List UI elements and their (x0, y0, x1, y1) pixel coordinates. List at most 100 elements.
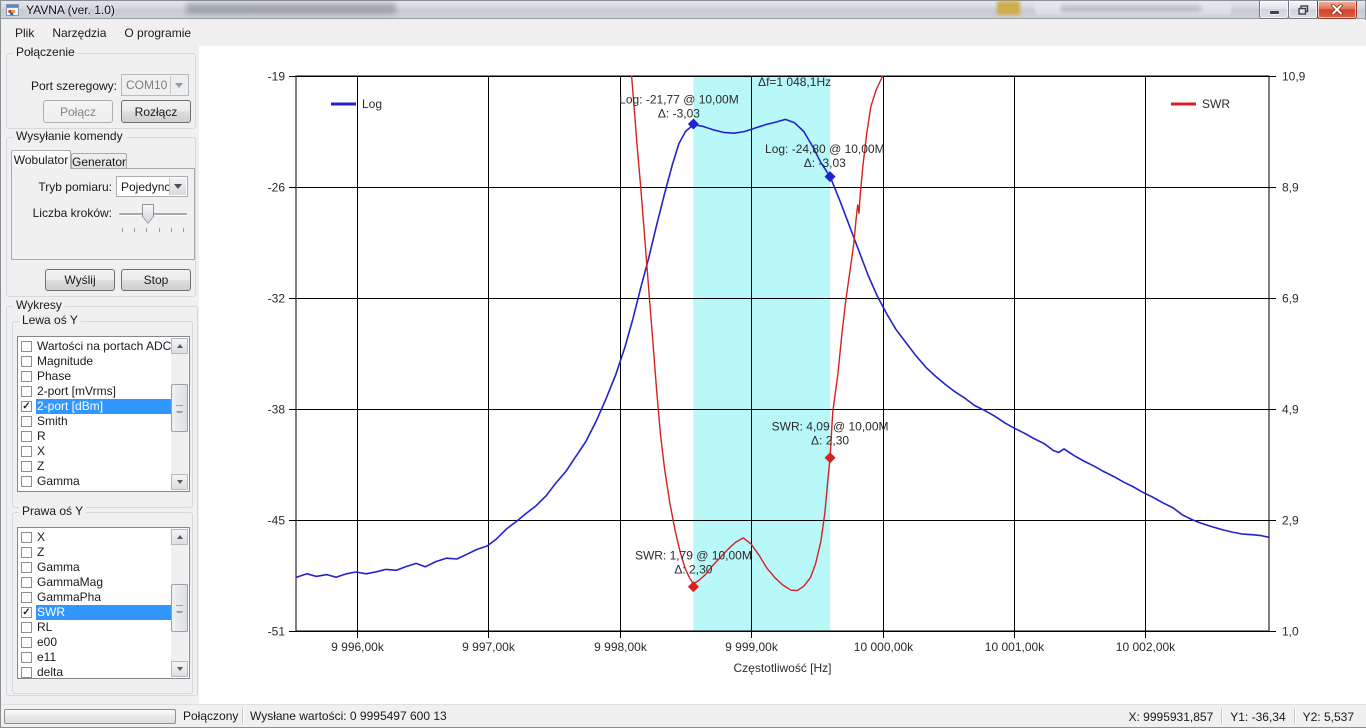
checkbox[interactable] (21, 386, 32, 397)
checkbox[interactable] (21, 667, 32, 678)
checkbox[interactable] (21, 577, 32, 588)
checkbox[interactable] (21, 341, 32, 352)
right-axis-group-title: Prawa oś Y (19, 504, 86, 518)
trackbar-ticks (122, 228, 184, 232)
checkbox[interactable]: ✓ (21, 607, 32, 618)
list-item[interactable]: Phase (18, 369, 189, 384)
svg-text:Δ: 2,30: Δ: 2,30 (674, 563, 712, 577)
list-item[interactable]: Smith (18, 414, 189, 429)
checkbox[interactable] (21, 416, 32, 427)
stop-button[interactable]: Stop (121, 269, 191, 291)
titlebar[interactable]: YAVNA (ver. 1.0) (1, 1, 1365, 19)
chart-canvas[interactable]: -1910,9-268,9-326,9-384,9-452,9-511,09 9… (199, 46, 1366, 706)
checkbox[interactable]: ✓ (21, 401, 32, 412)
checkbox[interactable] (21, 461, 32, 472)
list-item[interactable]: Magnitude (18, 354, 189, 369)
menu-item-narzędzia[interactable]: Narzędzia (43, 23, 115, 43)
svg-text:-19: -19 (268, 70, 286, 84)
minimize-button[interactable] (1259, 1, 1289, 19)
scroll-up-button[interactable] (171, 529, 188, 545)
progress-bar (4, 709, 176, 724)
checkbox[interactable] (21, 371, 32, 382)
stop-button-label: Stop (144, 273, 169, 287)
tab-wobulator[interactable]: Wobulator (11, 150, 71, 169)
list-item[interactable]: 2-port [mVrms] (18, 384, 189, 399)
list-item[interactable]: GammaMag (18, 575, 189, 590)
menu-item-o-programie[interactable]: O programie (115, 23, 200, 43)
list-item[interactable]: ✓SWR (18, 605, 189, 620)
left-axis-group-title: Lewa oś Y (19, 313, 81, 327)
connect-button-label: Połącz (60, 105, 96, 119)
maximize-button[interactable] (1288, 1, 1318, 19)
checkbox[interactable] (21, 637, 32, 648)
list-item[interactable]: X (18, 530, 189, 545)
menu-item-plik[interactable]: Plik (6, 23, 43, 43)
close-button[interactable] (1317, 1, 1357, 19)
svg-text:SWR: 1,79 @ 10,00M: SWR: 1,79 @ 10,00M (635, 549, 752, 563)
send-button[interactable]: Wyślij (45, 269, 115, 291)
app-icon (6, 3, 20, 17)
list-item[interactable]: R (18, 429, 189, 444)
steps-trackbar[interactable] (116, 200, 190, 240)
list-item[interactable]: Z (18, 545, 189, 560)
list-item-label: GammaMag (36, 575, 171, 590)
svg-text:Δ: -3,03: Δ: -3,03 (804, 156, 846, 170)
right-axis-checklist[interactable]: XZGammaGammaMagGammaPha✓SWRRLe00e11delta (17, 527, 190, 679)
list-item[interactable]: Gamma (18, 560, 189, 575)
list-item-label: 2-port [dBm] (36, 399, 171, 414)
tab-generator[interactable]: Generator (71, 153, 127, 169)
checkbox[interactable] (21, 652, 32, 663)
trackbar-thumb[interactable] (142, 204, 154, 224)
checkbox[interactable] (21, 622, 32, 633)
list-item-label: X (36, 444, 171, 459)
checkbox[interactable] (21, 431, 32, 442)
list-item-label: Smith (36, 414, 171, 429)
checkbox[interactable] (21, 562, 32, 573)
scroll-up-button[interactable] (171, 338, 188, 354)
svg-text:9 998,00k: 9 998,00k (594, 640, 648, 654)
scroll-down-button[interactable] (171, 474, 188, 490)
list-item[interactable]: delta (18, 665, 189, 680)
svg-text:-51: -51 (268, 625, 286, 639)
tab-generator-label: Generator (72, 155, 126, 169)
measure-mode-combobox[interactable]: Pojedyncz (116, 176, 188, 197)
list-item[interactable]: GammaPha (18, 590, 189, 605)
list-item-label: Gamma (36, 560, 171, 575)
checkbox[interactable] (21, 446, 32, 457)
list-item[interactable]: e11 (18, 650, 189, 665)
list-item[interactable]: ✓ 2-port [dBm] (18, 399, 189, 414)
list-item-label: Gamma (36, 474, 171, 489)
status-separator (242, 708, 243, 724)
list-item[interactable]: Z (18, 459, 189, 474)
scrollbar-thumb[interactable] (171, 384, 188, 432)
list-item-label: 2-port [mVrms] (36, 384, 171, 399)
connect-button[interactable]: Połącz (43, 100, 113, 123)
left-axis-checklist[interactable]: Wartości na portach ADCMagnitudePhase2-p… (17, 336, 190, 492)
list-item-label: R (36, 429, 171, 444)
serial-port-combobox[interactable]: COM10 (121, 74, 189, 96)
list-item[interactable]: Wartości na portach ADC (18, 339, 189, 354)
scrollbar-thumb[interactable] (171, 584, 188, 632)
checkbox[interactable] (21, 476, 32, 487)
left-axis-scrollbar[interactable] (171, 338, 188, 490)
right-axis-scrollbar[interactable] (171, 529, 188, 677)
cursor-y2-value: Y2: 5,537 (1295, 710, 1362, 724)
measure-mode-label: Tryb pomiaru: (24, 180, 112, 194)
right-axis-group: Prawa oś Y XZGammaGammaMagGammaPha✓SWRRL… (12, 512, 193, 694)
list-item[interactable]: e00 (18, 635, 189, 650)
charts-group-title: Wykresy (13, 298, 65, 312)
steps-count-label: Liczba kroków: (20, 206, 112, 220)
disconnect-button[interactable]: Rozłącz (121, 100, 191, 123)
trackbar-thumb-face (143, 205, 153, 223)
svg-text:Δ: 2,30: Δ: 2,30 (811, 434, 849, 448)
svg-text:-38: -38 (268, 403, 286, 417)
scroll-down-button[interactable] (171, 661, 188, 677)
checkbox[interactable] (21, 547, 32, 558)
serial-port-value: COM10 (126, 78, 167, 92)
checkbox[interactable] (21, 356, 32, 367)
checkbox[interactable] (21, 532, 32, 543)
list-item[interactable]: RL (18, 620, 189, 635)
list-item[interactable]: Gamma (18, 474, 189, 489)
list-item[interactable]: X (18, 444, 189, 459)
checkbox[interactable] (21, 592, 32, 603)
